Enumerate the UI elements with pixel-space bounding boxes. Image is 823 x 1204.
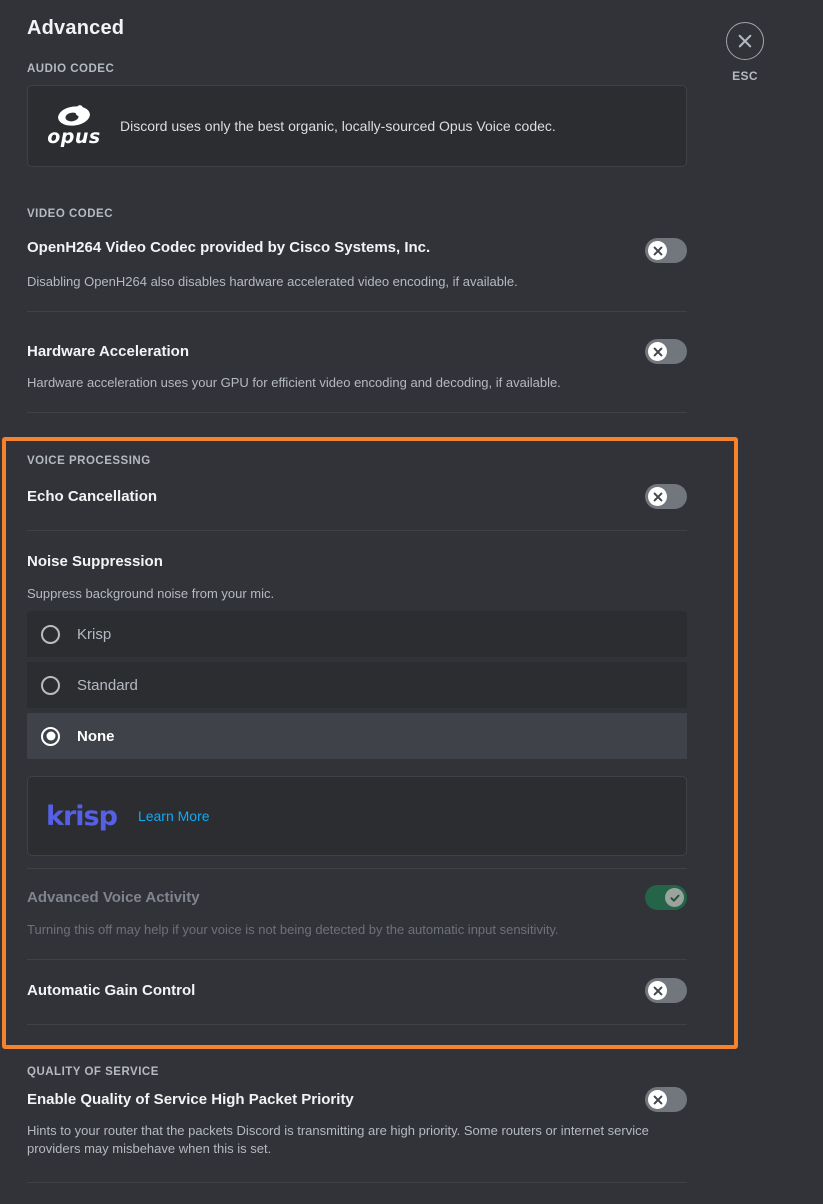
toggle-knob-off-icon [648, 241, 667, 260]
advanced-voice-activity-description: Turning this off may help if your voice … [27, 922, 559, 937]
divider [27, 1182, 687, 1183]
krisp-logo-icon: krisp [46, 800, 118, 832]
openh264-description: Disabling OpenH264 also disables hardwar… [27, 274, 518, 289]
radio-unchecked-icon [41, 675, 60, 695]
noise-suppression-option-krisp[interactable]: Krisp [27, 611, 687, 657]
divider [27, 530, 687, 531]
advanced-voice-activity-title: Advanced Voice Activity [27, 889, 200, 906]
divider [27, 1024, 687, 1025]
automatic-gain-control-title: Automatic Gain Control [27, 982, 196, 999]
noise-suppression-option-none[interactable]: None [27, 713, 687, 759]
radio-unchecked-icon [41, 624, 60, 644]
krisp-promo-card: krisp Learn More [27, 776, 687, 856]
audio-codec-section-label: AUDIO CODEC [27, 63, 115, 75]
hardware-acceleration-toggle[interactable] [645, 339, 687, 364]
page-title: Advanced [27, 17, 125, 39]
advanced-settings-page: Advanced ESC AUDIO CODEC opus Discord us… [0, 0, 823, 1204]
qos-description: Hints to your router that the packets Di… [27, 1123, 649, 1156]
noise-suppression-option-standard[interactable]: Standard [27, 662, 687, 708]
radio-checked-icon [41, 726, 60, 746]
divider [27, 412, 687, 413]
openh264-toggle[interactable] [645, 238, 687, 263]
video-codec-section-label: VIDEO CODEC [27, 208, 114, 220]
openh264-title: OpenH264 Video Codec provided by Cisco S… [27, 239, 431, 256]
esc-label: ESC [732, 69, 758, 83]
toggle-knob-off-icon [648, 342, 667, 361]
echo-cancellation-toggle[interactable] [645, 484, 687, 509]
opus-wordmark: opus [47, 126, 101, 148]
divider [27, 868, 687, 869]
advanced-voice-activity-toggle[interactable] [645, 885, 687, 910]
audio-codec-card: opus Discord uses only the best organic,… [27, 85, 687, 167]
hardware-acceleration-title: Hardware Acceleration [27, 343, 190, 360]
option-label: None [77, 727, 115, 745]
toggle-knob-off-icon [648, 1090, 667, 1109]
toggle-knob-off-icon [648, 981, 667, 1000]
automatic-gain-control-toggle[interactable] [645, 978, 687, 1003]
option-label: Krisp [77, 625, 112, 643]
option-label: Standard [77, 676, 138, 694]
voice-processing-section-label: VOICE PROCESSING [27, 455, 151, 467]
noise-suppression-options: Krisp Standard None [27, 611, 687, 759]
quality-of-service-section-label: QUALITY OF SERVICE [27, 1066, 159, 1078]
opus-logo-icon: opus [28, 105, 120, 147]
krisp-learn-more-link[interactable]: Learn More [138, 808, 210, 824]
toggle-knob-check-icon [665, 888, 684, 907]
echo-cancellation-title: Echo Cancellation [27, 488, 158, 505]
close-x-icon[interactable] [726, 22, 764, 60]
toggle-knob-off-icon [648, 487, 667, 506]
noise-suppression-title: Noise Suppression [27, 553, 163, 570]
qos-title: Enable Quality of Service High Packet Pr… [27, 1091, 354, 1108]
noise-suppression-description: Suppress background noise from your mic. [27, 586, 275, 601]
audio-codec-description: Discord uses only the best organic, loca… [120, 118, 556, 134]
close-settings-button[interactable]: ESC [724, 22, 766, 83]
divider [27, 959, 687, 960]
divider [27, 311, 687, 312]
hardware-acceleration-description: Hardware acceleration uses your GPU for … [27, 375, 561, 390]
qos-toggle[interactable] [645, 1087, 687, 1112]
